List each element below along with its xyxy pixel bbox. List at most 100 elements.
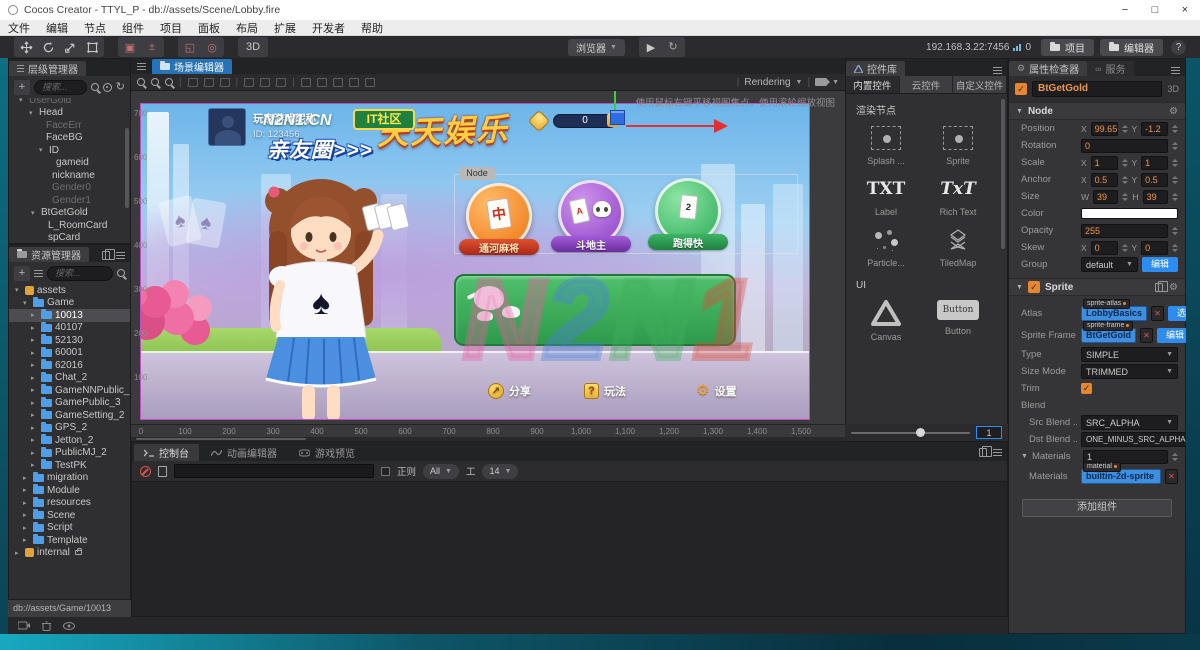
rotation-mode-icon[interactable]: ± <box>141 38 163 56</box>
node-section-header[interactable]: ▼ Node ⚙ <box>1009 102 1185 120</box>
tree-item[interactable]: ▸60001 <box>9 347 130 360</box>
sprite-enabled-checkbox[interactable]: ✓ <box>1028 281 1040 293</box>
tree-item[interactable]: ▸internal <box>9 547 130 560</box>
play-button[interactable]: ▶ <box>640 38 662 56</box>
tab-custom-widgets[interactable]: 自定义控件 <box>953 76 1007 93</box>
skew-y-field[interactable]: 0 <box>1141 241 1168 255</box>
menu-layout[interactable]: 布局 <box>228 20 266 36</box>
game-view[interactable]: ♠ ♠ ♠ <box>140 103 810 420</box>
tree-item[interactable]: ▸40107 <box>9 322 130 335</box>
widget-tiledmap[interactable]: TiledMap <box>922 221 994 272</box>
clear-material-button[interactable]: ✕ <box>1165 469 1178 484</box>
align-vcenter-icon[interactable] <box>204 78 214 87</box>
distribute-v-icon[interactable] <box>317 78 327 87</box>
panel-popup-icon[interactable] <box>102 251 110 260</box>
zoom-reset-icon[interactable] <box>165 78 173 86</box>
stepper[interactable] <box>1122 157 1128 169</box>
tree-item[interactable]: ▾Head <box>9 107 130 120</box>
tab-builtin-widgets[interactable]: 内置控件 <box>846 76 900 93</box>
zoom-in-icon[interactable] <box>151 78 159 86</box>
tree-item[interactable]: ▸PublicMJ_2 <box>9 447 130 460</box>
eye-icon[interactable] <box>63 622 75 630</box>
rotate-tool-icon[interactable] <box>37 38 59 56</box>
panel-menu-icon[interactable] <box>116 252 125 259</box>
dst-blend-dropdown[interactable]: ONE_MINUS_SRC_ALPHA▼ <box>1081 432 1198 447</box>
widget-button[interactable]: Button Button <box>922 293 994 346</box>
tab-console[interactable]: 控制台 <box>134 444 199 461</box>
widget-zoom-slider[interactable] <box>851 432 970 434</box>
hierarchy-scrollbar[interactable] <box>125 128 129 208</box>
menu-node[interactable]: 节点 <box>76 20 114 36</box>
menu-help[interactable]: 帮助 <box>353 20 391 36</box>
gear-icon[interactable]: ⚙ <box>1169 106 1178 117</box>
log-level-dropdown[interactable]: All▼ <box>423 464 459 479</box>
collapse-arrow-icon[interactable]: ▼ <box>1016 284 1023 291</box>
menu-panel[interactable]: 面板 <box>190 20 228 36</box>
maximize-button[interactable]: □ <box>1140 4 1170 16</box>
tree-item[interactable]: ▸Script <box>9 522 130 535</box>
anchor-y-field[interactable]: 0.5 <box>1141 173 1168 187</box>
menu-component[interactable]: 组件 <box>114 20 152 36</box>
scale-x-field[interactable]: 1 <box>1091 156 1118 170</box>
preview-target-dropdown[interactable]: 浏览器▼ <box>568 39 625 56</box>
panel-menu-icon[interactable] <box>993 67 1002 74</box>
position-y-field[interactable]: -1.2 <box>1141 122 1168 136</box>
refresh-button[interactable]: ↻ <box>662 38 684 56</box>
console-filter-input[interactable] <box>174 464 374 478</box>
align-right-icon[interactable] <box>276 78 286 87</box>
tab-animation-editor[interactable]: 动画编辑器 <box>201 444 287 461</box>
size-mode-dropdown[interactable]: TRIMMED▼ <box>1081 364 1178 379</box>
tab-properties[interactable]: ⚙ 属性检查器 <box>1009 61 1087 76</box>
stepper[interactable] <box>1172 191 1178 203</box>
trim-checkbox[interactable]: ✓ <box>1081 383 1092 394</box>
gizmo-origin-handle[interactable] <box>610 110 625 125</box>
tree-item[interactable]: ▸Chat_2 <box>9 372 130 385</box>
panel-menu-icon[interactable] <box>993 449 1002 456</box>
tree-item[interactable]: ▸Jetton_2 <box>9 434 130 447</box>
anchor-gizmo-icon[interactable]: ◎ <box>201 38 223 56</box>
clear-sprite-frame-button[interactable]: ✕ <box>1140 328 1153 343</box>
tab-services[interactable]: ∞ 服务 <box>1087 61 1133 76</box>
tree-item[interactable]: ▸migration <box>9 472 130 485</box>
scene-canvas[interactable]: 使用鼠标右键平移视图焦点，使用滚轮缩放视图 ♠ ♠ <box>131 91 845 424</box>
rendering-dropdown[interactable]: Rendering <box>744 77 790 88</box>
log-file-icon[interactable] <box>158 466 167 477</box>
stepper[interactable] <box>1172 140 1178 152</box>
menu-developer[interactable]: 开发者 <box>304 20 353 36</box>
gizmo-x-axis[interactable] <box>626 125 714 127</box>
skew-x-field[interactable]: 0 <box>1091 241 1118 255</box>
create-asset-button[interactable]: + <box>14 266 30 281</box>
rules-button[interactable]: ? 玩法 <box>584 383 626 399</box>
node-name-field[interactable]: BtGetGold <box>1032 81 1162 97</box>
camera-view-icon[interactable] <box>815 78 827 86</box>
mode-3d-button[interactable]: 3D <box>239 38 267 56</box>
hierarchy-tab[interactable]: 层级管理器 <box>9 61 86 76</box>
console-output[interactable] <box>132 482 1007 616</box>
widget-richtext[interactable]: TxT Rich Text <box>922 170 994 221</box>
rotation-field[interactable]: 0 <box>1081 139 1168 153</box>
close-button[interactable]: × <box>1170 4 1200 16</box>
group-edit-button[interactable]: 编辑 <box>1142 257 1178 272</box>
tree-item-selected[interactable]: ▸10013 <box>9 309 130 322</box>
add-component-button[interactable]: 添加组件 <box>1022 499 1172 517</box>
slider-thumb[interactable] <box>916 428 925 437</box>
align-top-icon[interactable] <box>188 78 198 87</box>
menu-file[interactable]: 文件 <box>0 20 38 36</box>
stepper[interactable] <box>1172 451 1178 463</box>
collapse-arrow-icon[interactable]: ▼ <box>1021 453 1028 460</box>
tree-item[interactable]: FaceErr <box>9 119 130 132</box>
tree-item[interactable]: ▸Scene <box>9 509 130 522</box>
tree-item[interactable]: ▸GameNNPublic_2 <box>9 384 130 397</box>
same-size-icon[interactable] <box>333 78 343 87</box>
clear-console-icon[interactable] <box>140 466 151 477</box>
gizmo-y-axis[interactable] <box>614 91 616 112</box>
stepper[interactable] <box>1122 174 1128 186</box>
stepper[interactable] <box>1172 157 1178 169</box>
help-button[interactable]: ? <box>1171 40 1186 55</box>
rect-gizmo-icon[interactable]: ◱ <box>179 38 201 56</box>
widget-splash[interactable]: Splash ... <box>850 119 922 170</box>
same-height-icon[interactable] <box>365 78 375 87</box>
rect-tool-icon[interactable] <box>81 38 103 56</box>
widget-canvas[interactable]: Canvas <box>850 293 922 346</box>
regex-checkbox[interactable] <box>381 467 390 476</box>
